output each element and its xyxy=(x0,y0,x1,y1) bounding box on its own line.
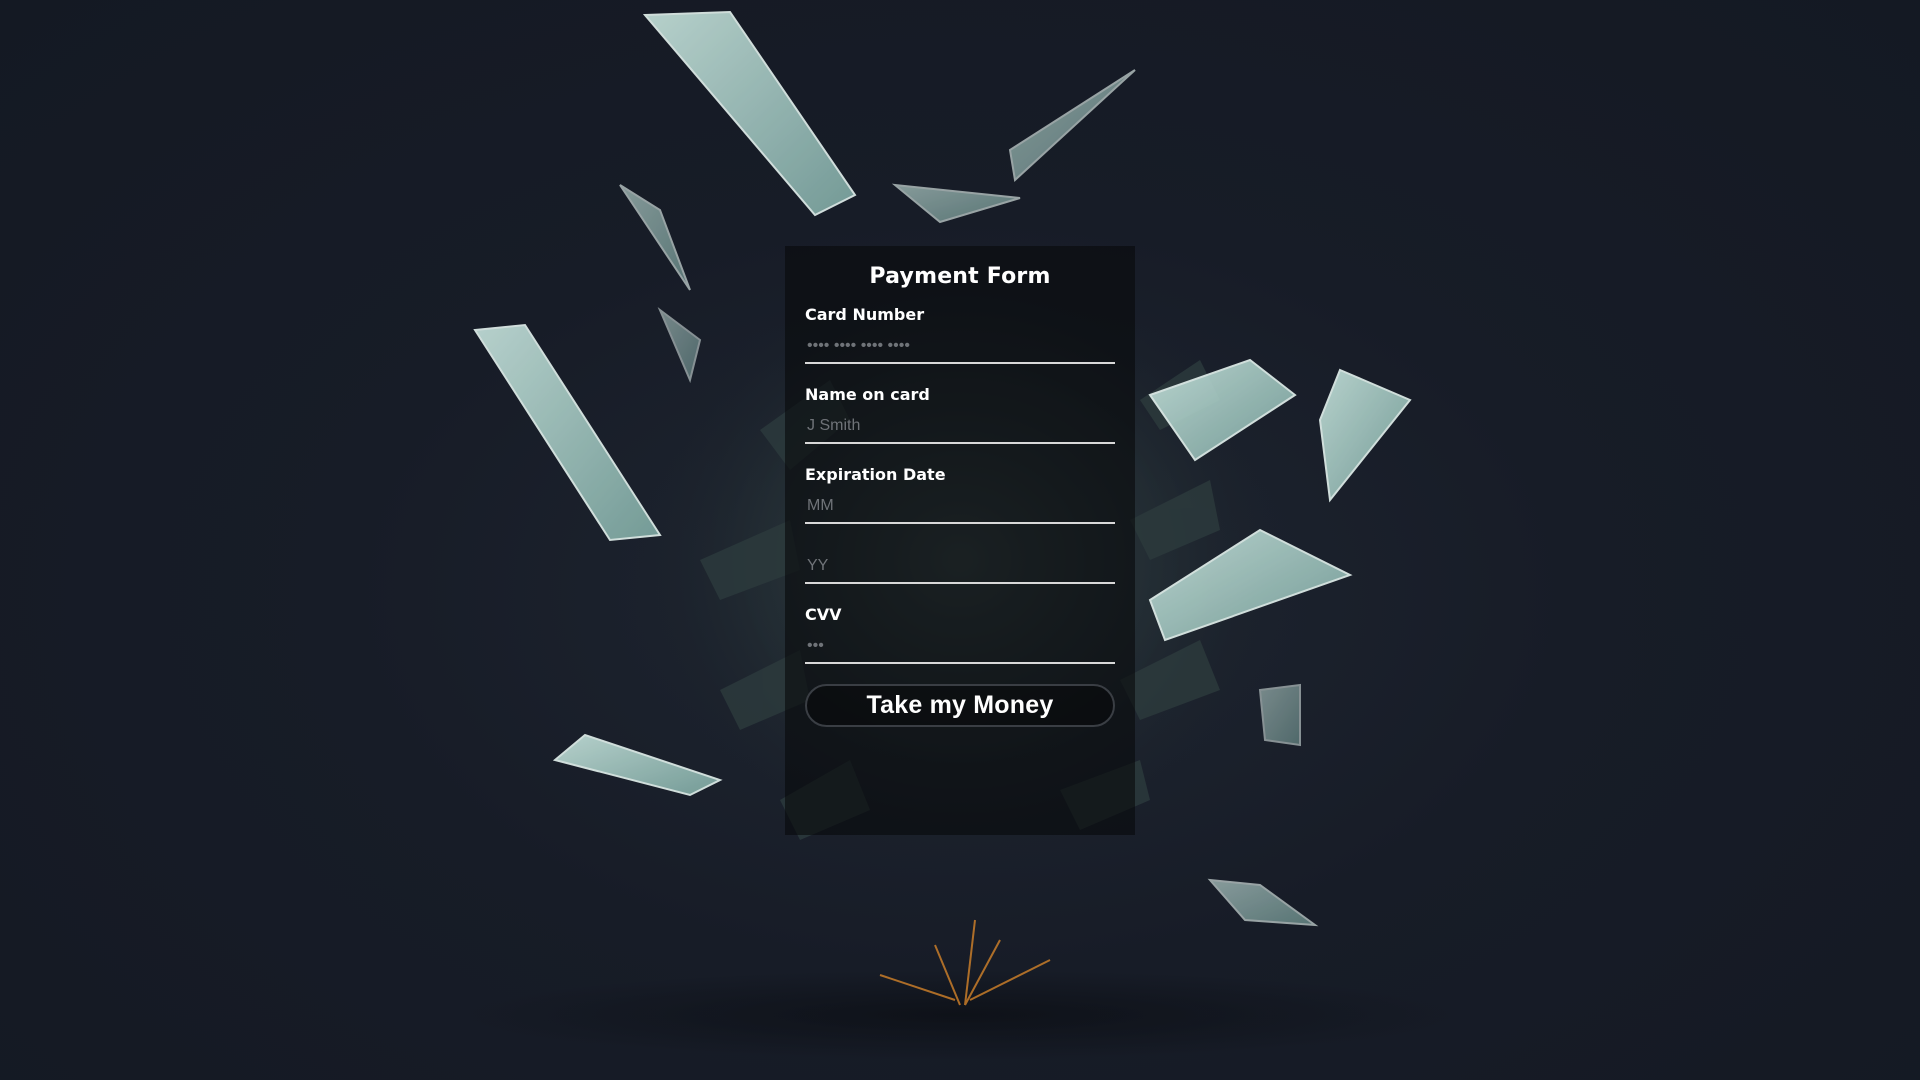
name-on-card-field: Name on card xyxy=(805,384,1115,444)
expiration-date-field: Expiration Date xyxy=(805,464,1115,524)
card-number-input[interactable] xyxy=(805,326,1115,364)
card-number-label: Card Number xyxy=(805,305,925,324)
form-title: Payment Form xyxy=(869,264,1051,289)
payment-form: Payment Form Card Number Name on card Ex… xyxy=(785,246,1135,835)
expiration-month-input[interactable] xyxy=(805,486,1115,524)
cvv-input[interactable] xyxy=(805,626,1115,664)
name-on-card-label: Name on card xyxy=(805,385,930,404)
cvv-label: CVV xyxy=(805,605,842,624)
cvv-field: CVV xyxy=(805,604,1115,664)
card-number-field: Card Number xyxy=(805,304,1115,364)
payment-page: Payment Form Card Number Name on card Ex… xyxy=(0,0,1920,1080)
name-on-card-input[interactable] xyxy=(805,406,1115,444)
expiration-date-label: Expiration Date xyxy=(805,465,946,484)
expiration-year-field xyxy=(805,546,1115,584)
take-my-money-button[interactable]: Take my Money xyxy=(805,684,1115,727)
expiration-year-input[interactable] xyxy=(805,546,1115,584)
